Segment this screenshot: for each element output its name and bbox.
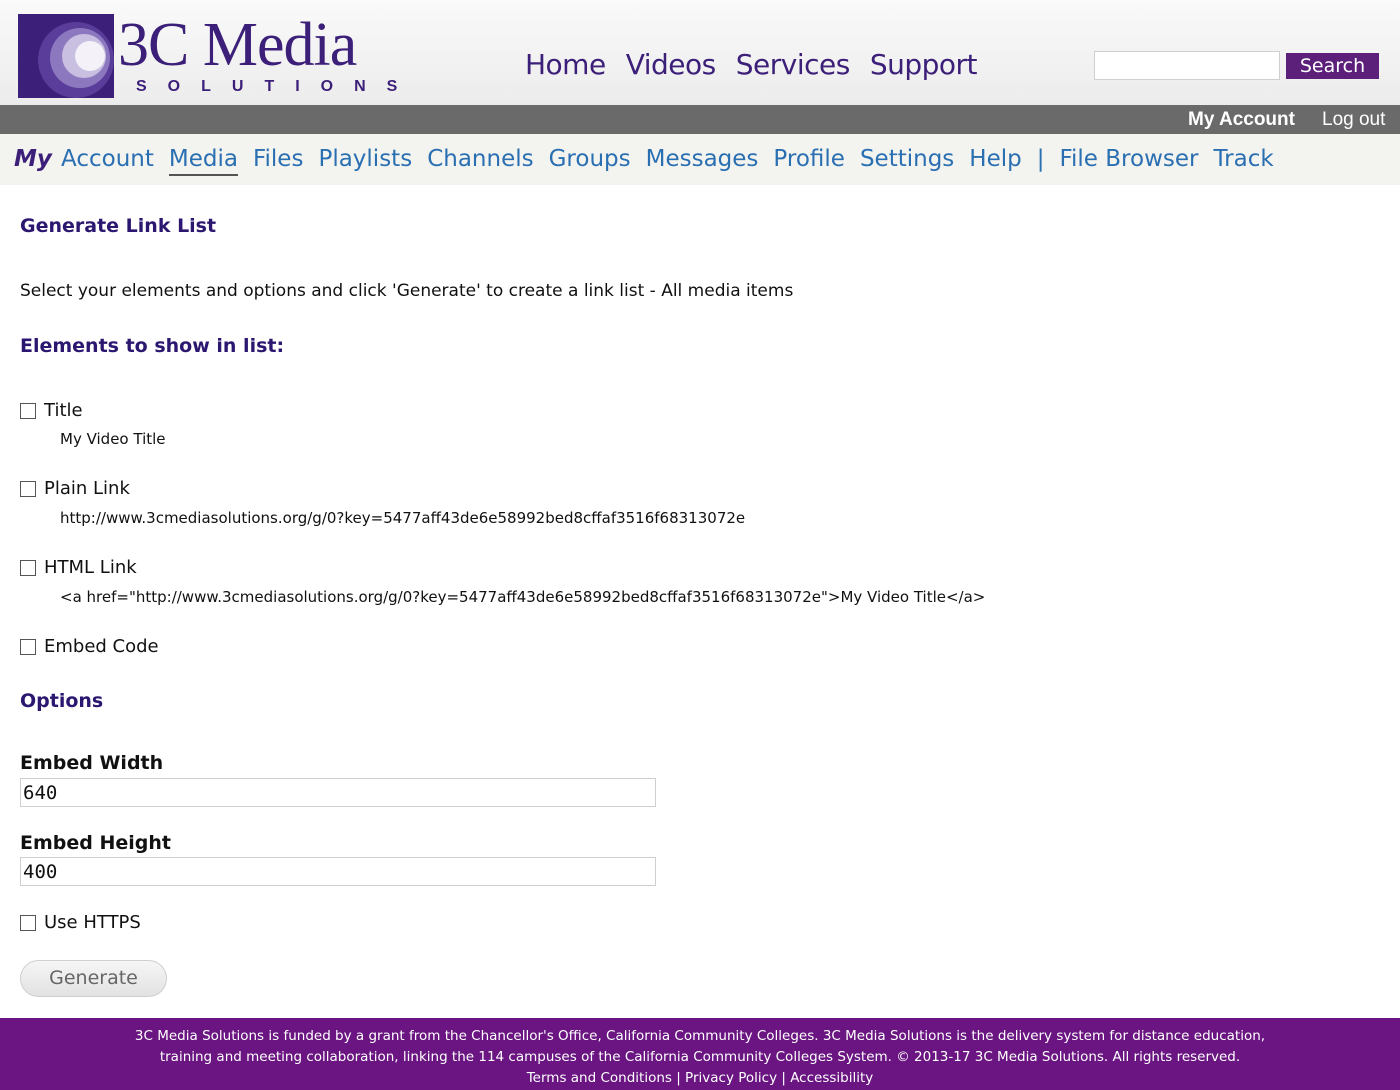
site-logo[interactable]: 3C Media SOLUTIONS xyxy=(18,11,397,98)
logo-wordmark: 3C Media xyxy=(118,11,357,79)
generate-button[interactable]: Generate xyxy=(20,960,167,997)
elements-heading: Elements to show in list: xyxy=(20,335,285,357)
embed-height-label: Embed Height xyxy=(20,832,171,854)
sub-nav-item-account[interactable]: Account xyxy=(61,146,154,176)
search-input[interactable] xyxy=(1094,51,1280,80)
embed-code-checkbox[interactable] xyxy=(20,638,36,655)
element-option-plain-link[interactable]: Plain Link xyxy=(20,478,130,499)
embed-height-field[interactable]: 400 xyxy=(20,857,656,886)
use-https-option[interactable]: Use HTTPS xyxy=(20,912,141,933)
sub-nav-item-groups[interactable]: Groups xyxy=(549,146,631,176)
main-nav: Home Videos Services Support xyxy=(525,48,978,81)
sub-nav-item-file-browser[interactable]: File Browser xyxy=(1059,146,1198,176)
use-https-checkbox[interactable] xyxy=(20,914,36,931)
element-option-embed-code[interactable]: Embed Code xyxy=(20,636,159,657)
element-option-html-link[interactable]: HTML Link xyxy=(20,557,137,578)
nav-support[interactable]: Support xyxy=(870,48,978,81)
embed-width-label: Embed Width xyxy=(20,752,164,774)
plain-link-checkbox[interactable] xyxy=(20,480,36,497)
site-footer: 3C Media Solutions is funded by a grant … xyxy=(0,1018,1400,1090)
html-link-checkbox[interactable] xyxy=(20,559,36,576)
sub-nav-item-channels[interactable]: Channels xyxy=(427,146,533,176)
logo-subtitle: SOLUTIONS xyxy=(136,78,419,95)
sub-nav-items: Account Media Files Playlists Channels G… xyxy=(61,146,1289,176)
intro-text: Select your elements and options and cli… xyxy=(20,281,794,301)
sub-nav-item-messages[interactable]: Messages xyxy=(646,146,759,176)
site-header: 3C Media SOLUTIONS Home Videos Services … xyxy=(0,0,1400,105)
title-checkbox[interactable] xyxy=(20,402,36,419)
logo-mark-icon xyxy=(18,14,114,98)
page-title: Generate Link List xyxy=(20,215,217,237)
sub-nav-item-media[interactable]: Media xyxy=(168,146,238,176)
sub-nav-item-help[interactable]: Help xyxy=(969,146,1021,176)
plain-link-sample: http://www.3cmediasolutions.org/g/0?key=… xyxy=(60,509,746,527)
nav-services[interactable]: Services xyxy=(736,48,851,81)
options-heading: Options xyxy=(20,690,104,712)
element-option-title[interactable]: Title xyxy=(20,400,83,421)
html-link-checkbox-label[interactable]: HTML Link xyxy=(44,557,137,578)
footer-line-2: training and meeting collaboration, link… xyxy=(159,1049,1241,1065)
account-bar: My Account Log out xyxy=(0,105,1400,134)
sub-nav-item-settings[interactable]: Settings xyxy=(860,146,954,176)
search-button[interactable]: Search xyxy=(1286,53,1379,79)
sub-nav-item-track[interactable]: Track xyxy=(1213,146,1273,176)
title-checkbox-label[interactable]: Title xyxy=(44,400,83,421)
sub-nav-item-files[interactable]: Files xyxy=(253,146,303,176)
title-sample: My Video Title xyxy=(60,430,166,448)
nav-home[interactable]: Home xyxy=(525,48,606,81)
html-link-sample: <a href="http://www.3cmediasolutions.org… xyxy=(60,588,986,606)
embed-code-checkbox-label[interactable]: Embed Code xyxy=(44,636,159,657)
use-https-checkbox-label[interactable]: Use HTTPS xyxy=(44,912,141,933)
embed-width-field[interactable]: 640 xyxy=(20,778,656,807)
sub-nav-my-label: My xyxy=(14,146,52,172)
log-out-link[interactable]: Log out xyxy=(1322,109,1385,131)
sub-nav-item-profile[interactable]: Profile xyxy=(773,146,845,176)
my-account-link[interactable]: My Account xyxy=(1188,109,1295,131)
footer-links[interactable]: Terms and Conditions | Privacy Policy | … xyxy=(0,1068,1400,1089)
footer-line-1: 3C Media Solutions is funded by a grant … xyxy=(134,1028,1266,1044)
my-sub-nav: My Account Media Files Playlists Channel… xyxy=(0,134,1400,185)
sub-nav-separator: | xyxy=(1036,146,1045,172)
nav-videos[interactable]: Videos xyxy=(626,48,717,81)
plain-link-checkbox-label[interactable]: Plain Link xyxy=(44,478,130,499)
sub-nav-item-playlists[interactable]: Playlists xyxy=(318,146,412,176)
